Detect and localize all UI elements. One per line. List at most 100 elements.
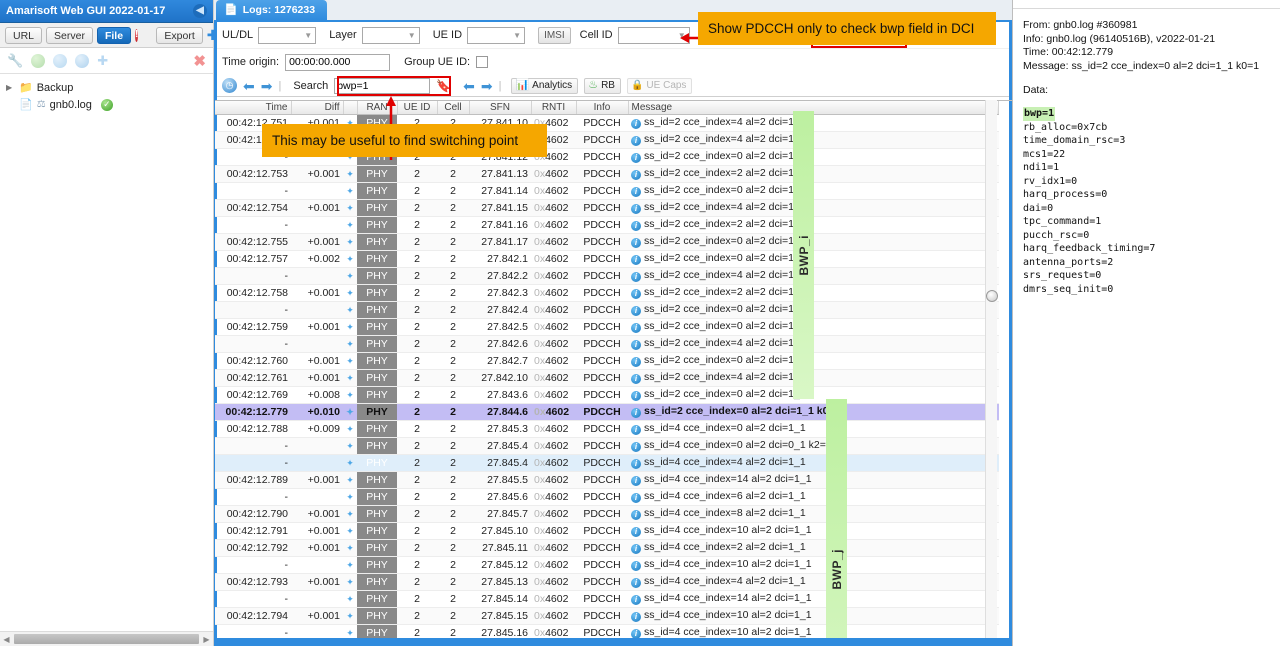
cell-ueid: 2 bbox=[397, 233, 437, 251]
info-icon: i bbox=[631, 374, 641, 384]
table-row[interactable]: - ✦ PHY 2 2 27.845.6 0x4602 PDCCH i ss_id=4 cce_i… bbox=[215, 488, 999, 506]
col-rnti[interactable]: RNTI bbox=[531, 101, 577, 115]
col-cell[interactable]: Cell bbox=[437, 101, 470, 115]
table-row[interactable]: 00:42:12.793 +0.001 ✦ PHY 2 2 27.845.13 0x4602 P… bbox=[215, 573, 999, 591]
cell-rnti: 0x4602 bbox=[531, 590, 576, 608]
cell-cellid: 2 bbox=[437, 250, 469, 268]
cell-diff: +0.002 bbox=[291, 250, 343, 268]
table-row[interactable]: 00:42:12.761 +0.001 ✦ PHY 2 2 27.842.10 0x4602 P… bbox=[215, 369, 999, 387]
table-row[interactable]: 00:42:12.791 +0.001 ✦ PHY 2 2 27.845.10 0x4602 P… bbox=[215, 522, 999, 540]
tree-item-backup[interactable]: ▶ 📁 Backup bbox=[6, 79, 213, 96]
col-info[interactable]: Info bbox=[576, 101, 629, 115]
table-row[interactable]: - ✦ PHY 2 2 27.845.4 0x4602 PDCCH i ss_id=4 cce_i… bbox=[215, 454, 999, 472]
cell-marker-icon: ✦ bbox=[343, 573, 357, 591]
table-row[interactable]: 00:42:12.758 +0.001 ✦ PHY 2 2 27.842.3 0x4602 PD… bbox=[215, 284, 999, 302]
cell-diff bbox=[291, 335, 343, 353]
clock-icon[interactable]: ◷ bbox=[222, 78, 237, 93]
cell-sfn: 27.845.15 bbox=[469, 607, 531, 625]
export-button[interactable]: Export bbox=[156, 26, 203, 44]
info-icon: i bbox=[631, 510, 641, 520]
table-row[interactable]: 00:42:12.760 +0.001 ✦ PHY 2 2 27.842.7 0x4602 PD… bbox=[215, 352, 999, 370]
logs-table-vscrollbar[interactable] bbox=[985, 100, 998, 638]
left-panel: Amarisoft Web GUI 2022-01-17 ◀ URL Serve… bbox=[0, 0, 218, 646]
table-row[interactable]: 00:42:12.753 +0.001 ✦ PHY 2 2 27.841.13 0x4602 P… bbox=[215, 165, 999, 183]
col-ran[interactable]: RAN bbox=[357, 101, 398, 115]
cell-message: i ss_id=4 cce_index=10 al=2 dci=1_1 bbox=[628, 522, 999, 540]
scroll-right-icon[interactable]: ▶ bbox=[200, 635, 213, 644]
table-row[interactable]: - ✦ PHY 2 2 27.845.4 0x4602 PDCCH i ss_id=4 cce_i… bbox=[215, 437, 999, 455]
detail-message: Message: ss_id=2 cce_index=0 al=2 dci=1_… bbox=[1023, 59, 1260, 72]
server-button[interactable]: Server bbox=[46, 26, 93, 44]
search-input[interactable] bbox=[334, 77, 431, 94]
table-row[interactable]: - ✦ PHY 2 2 27.842.2 0x4602 PDCCH i ss_id=2 cce_i… bbox=[215, 267, 999, 285]
search-prev-icon[interactable]: ⬅ bbox=[463, 79, 475, 93]
table-row[interactable]: - ✦ PHY 2 2 27.842.4 0x4602 PDCCH i ss_id=2 cce_i… bbox=[215, 301, 999, 319]
col-message[interactable]: Message bbox=[628, 101, 999, 115]
table-row[interactable]: 00:42:12.790 +0.001 ✦ PHY 2 2 27.845.7 0x4602 PD… bbox=[215, 505, 999, 523]
table-row[interactable]: 00:42:12.794 +0.001 ✦ PHY 2 2 27.845.15 0x4602 P… bbox=[215, 607, 999, 625]
table-row[interactable]: 00:42:12.792 +0.001 ✦ PHY 2 2 27.845.11 0x4602 P… bbox=[215, 539, 999, 557]
group-ueid-checkbox[interactable] bbox=[476, 56, 489, 68]
table-row[interactable]: 00:42:12.789 +0.001 ✦ PHY 2 2 27.845.5 0x4602 PD… bbox=[215, 471, 999, 489]
col-time[interactable]: Time bbox=[215, 101, 292, 115]
wrench-icon[interactable]: 🔧 bbox=[7, 53, 23, 69]
time-origin-input[interactable] bbox=[285, 53, 391, 71]
imsi-button[interactable]: IMSI bbox=[538, 26, 571, 44]
cell-message: i ss_id=2 cce_index=2 al=2 dci=1_1 bbox=[628, 216, 999, 234]
scroll-thumb[interactable] bbox=[14, 634, 199, 644]
uecaps-button[interactable]: 🔒 UE Caps bbox=[626, 77, 693, 94]
cell-message: i ss_id=2 cce_index=0 al=2 dci=1_1 bbox=[628, 318, 999, 336]
cell-time: 00:42:12.753 bbox=[215, 165, 291, 183]
cell-cellid: 2 bbox=[437, 471, 469, 489]
refresh-icon[interactable] bbox=[53, 53, 68, 68]
check-circle-icon[interactable] bbox=[31, 53, 46, 68]
analytics-button[interactable]: 📊 Analytics bbox=[511, 77, 579, 94]
cell-cellid: 2 bbox=[437, 233, 469, 251]
ueid-select[interactable]: ▼ bbox=[467, 26, 526, 44]
cell-message: i ss_id=2 cce_index=0 al=2 dci=1_1 bbox=[628, 250, 999, 268]
search-next-icon[interactable]: ➡ bbox=[481, 79, 493, 93]
table-row[interactable]: 00:42:12.759 +0.001 ✦ PHY 2 2 27.842.5 0x4602 PD… bbox=[215, 318, 999, 336]
layer-select[interactable]: ▼ bbox=[361, 26, 420, 44]
collapse-panel-icon[interactable]: ◀ bbox=[193, 4, 207, 18]
col-diff[interactable]: Diff bbox=[291, 101, 344, 115]
tab-logs[interactable]: 📄 Logs: 1276233 bbox=[216, 0, 328, 20]
table-row[interactable]: 00:42:12.779 +0.010 ✦ PHY 2 2 27.844.6 0x4602 PD… bbox=[215, 403, 999, 421]
table-row[interactable]: 00:42:12.754 +0.001 ✦ PHY 2 2 27.841.15 0x4602 P… bbox=[215, 199, 999, 217]
arrow-right-icon[interactable]: ➡ bbox=[261, 79, 273, 93]
cell-rnti: 0x4602 bbox=[531, 556, 576, 574]
table-row[interactable]: - ✦ PHY 2 2 27.845.16 0x4602 PDCCH i ss_id=4 cce_… bbox=[215, 624, 999, 638]
table-row[interactable]: 00:42:12.788 +0.009 ✦ PHY 2 2 27.845.3 0x4602 PD… bbox=[215, 420, 999, 438]
play-icon[interactable] bbox=[75, 53, 90, 68]
col-dot[interactable] bbox=[343, 101, 358, 115]
scroll-left-icon[interactable]: ◀ bbox=[0, 635, 13, 644]
left-panel-hscrollbar[interactable]: ◀ ▶ bbox=[0, 631, 213, 646]
table-row[interactable]: - ✦ PHY 2 2 27.845.12 0x4602 PDCCH i ss_id=4 cce_… bbox=[215, 556, 999, 574]
table-row[interactable]: - ✦ PHY 2 2 27.841.14 0x4602 PDCCH i ss_id=2 cce_… bbox=[215, 182, 999, 200]
info-icon: i bbox=[631, 170, 641, 180]
close-x-icon[interactable]: ✖ bbox=[193, 52, 206, 70]
table-row[interactable]: 00:42:12.755 +0.001 ✦ PHY 2 2 27.841.17 0x4602 P… bbox=[215, 233, 999, 251]
table-row[interactable]: - ✦ PHY 2 2 27.841.16 0x4602 PDCCH i ss_id=2 cce_… bbox=[215, 216, 999, 234]
binoculars-icon[interactable]: 🔖 bbox=[436, 79, 451, 93]
file-button[interactable]: File bbox=[96, 26, 132, 44]
table-row[interactable]: - ✦ PHY 2 2 27.845.14 0x4602 PDCCH i ss_id=4 cce_… bbox=[215, 590, 999, 608]
table-row[interactable]: 00:42:12.769 +0.008 ✦ PHY 2 2 27.843.6 0x4602 PD… bbox=[215, 386, 999, 404]
error-badge[interactable]: ! bbox=[135, 28, 139, 42]
logs-table-container[interactable]: Time Diff RAN UE ID Cell SFN RNTI Info M… bbox=[215, 100, 1012, 638]
uldl-select[interactable]: ▼ bbox=[258, 26, 317, 44]
cellid-select[interactable]: ▼ bbox=[617, 26, 690, 44]
col-ueid[interactable]: UE ID bbox=[397, 101, 438, 115]
col-sfn[interactable]: SFN bbox=[469, 101, 532, 115]
scroll-knob[interactable] bbox=[986, 290, 998, 302]
arrow-left-icon[interactable]: ⬅ bbox=[243, 79, 255, 93]
spark-icon[interactable]: ✚ bbox=[97, 53, 108, 69]
cell-ueid: 2 bbox=[397, 556, 437, 574]
rb-button[interactable]: ♨ RB bbox=[584, 77, 621, 94]
tree-item-gnb0log[interactable]: 📄 ⚖ gnb0.log ✓ bbox=[6, 96, 213, 113]
url-button[interactable]: URL bbox=[5, 26, 43, 44]
table-row[interactable]: 00:42:12.757 +0.002 ✦ PHY 2 2 27.842.1 0x4602 PD… bbox=[215, 250, 999, 268]
chevron-right-icon[interactable]: ▶ bbox=[6, 83, 15, 92]
table-row[interactable]: - ✦ PHY 2 2 27.842.6 0x4602 PDCCH i ss_id=2 cce_i… bbox=[215, 335, 999, 353]
